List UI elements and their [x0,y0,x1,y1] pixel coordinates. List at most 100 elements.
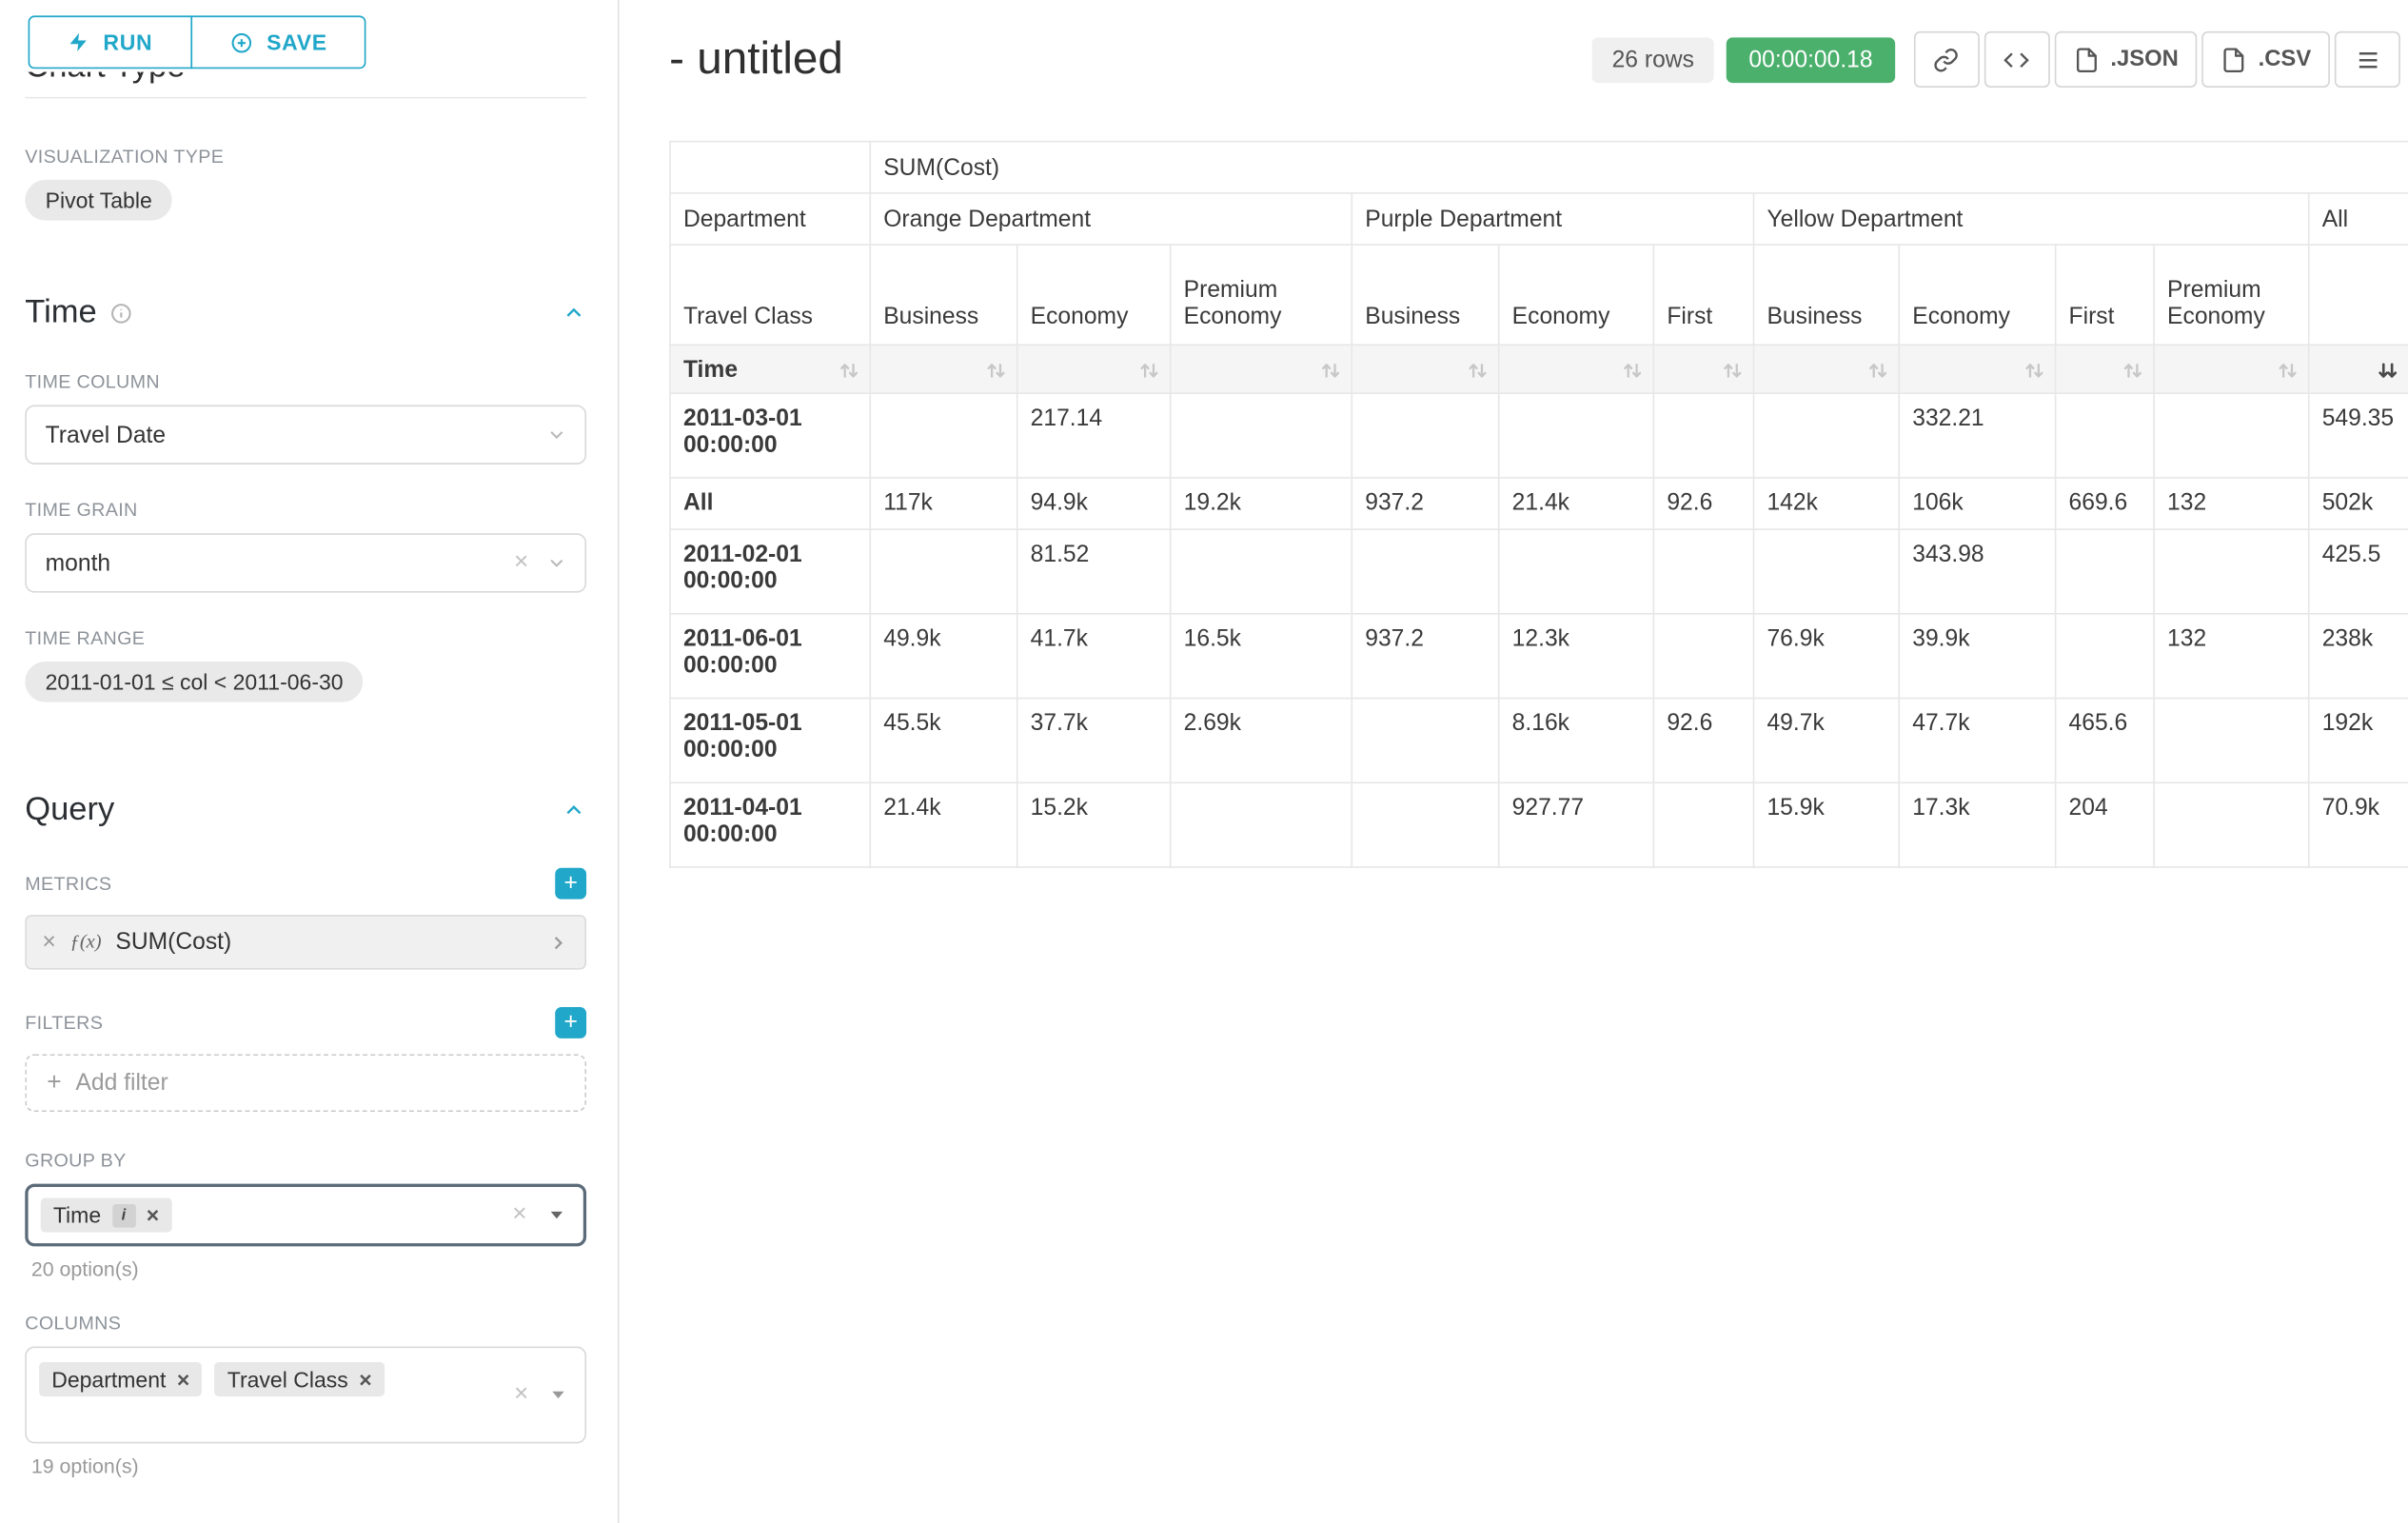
code-icon [2003,46,2030,72]
control-panel-body: VISUALIZATION TYPE Pivot Table Time TIME… [0,97,618,1523]
time-grain-select[interactable]: month × [25,533,586,592]
sort-icon[interactable] [2122,360,2143,382]
group-by-label: GROUP BY [25,1150,586,1172]
remove-tag-icon[interactable]: × [359,1367,371,1392]
pivot-value-cell: 92.6 [1653,478,1753,529]
chevron-down-icon[interactable] [545,424,567,445]
sort-icon[interactable] [1622,360,1644,382]
pivot-value-cell [1171,529,1352,614]
chevron-down-icon[interactable] [545,552,567,574]
pivot-value-cell: 132 [2154,614,2309,699]
sort-icon[interactable] [2277,360,2299,382]
time-grain-value: month [46,549,111,576]
pivot-sort-cell [1171,345,1352,393]
sort-desc-icon[interactable] [2377,360,2398,382]
remove-tag-icon[interactable]: × [177,1367,189,1392]
pivot-value-cell: 142k [1754,478,1900,529]
sort-icon[interactable] [2023,360,2045,382]
file-icon [2220,46,2247,72]
add-filter-dropzone[interactable]: + Add filter [25,1054,586,1112]
clear-icon[interactable]: × [514,1382,528,1407]
save-label: SAVE [266,30,327,54]
metric-sum-cost[interactable]: × ƒ(x) SUM(Cost) [25,915,586,970]
columns-tag-department[interactable]: Department × [39,1362,202,1396]
pivot-department-header: Purple Department [1352,193,1753,245]
pivot-value-cell: 549.35 [2309,393,2408,478]
pivot-row-label: 2011-04-01 00:00:00 [670,782,870,867]
pivot-value-cell: 106k [1899,478,2055,529]
pivot-sort-cell [1653,345,1753,393]
time-section-header[interactable]: Time [25,292,586,333]
metrics-label-row: METRICS + [25,868,586,900]
info-icon [109,301,133,325]
pivot-value-cell [2056,529,2155,614]
time-range-value[interactable]: 2011-01-01 ≤ col < 2011-06-30 [25,662,364,702]
group-by-select[interactable]: Time i × × [25,1184,586,1247]
pivot-department-row: DepartmentOrange DepartmentPurple Depart… [670,193,2408,245]
remove-tag-icon[interactable]: × [147,1202,159,1227]
group-by-tag-time[interactable]: Time i × [41,1197,172,1232]
caret-down-icon[interactable] [549,1386,568,1405]
pivot-sort-cell [1352,345,1498,393]
add-filter-button[interactable]: + [555,1007,586,1038]
sort-icon[interactable] [985,360,1007,382]
pivot-value-cell: 15.9k [1754,782,1900,867]
pivot-value-cell [2154,529,2309,614]
menu-button[interactable] [2335,31,2400,88]
pivot-value-cell: 37.7k [1017,699,1171,783]
add-metric-button[interactable]: + [555,868,586,900]
pivot-value-cell [1171,393,1352,478]
columns-field: COLUMNS Department × Travel Class × × 19… [25,1312,586,1477]
pivot-class-header: Business [870,245,1016,345]
pivot-value-cell [1653,529,1753,614]
pivot-value-cell: 12.3k [1499,614,1654,699]
pivot-value-cell [870,529,1016,614]
columns-tag-travel-class[interactable]: Travel Class × [215,1362,385,1396]
sort-icon[interactable] [1722,360,1744,382]
pivot-value-cell: 70.9k [2309,782,2408,867]
visualization-type-value[interactable]: Pivot Table [25,180,172,221]
pivot-value-cell [2154,699,2309,783]
chevron-right-icon[interactable] [547,931,569,953]
time-column-select[interactable]: Travel Date [25,405,586,465]
pivot-department-header: Orange Department [870,193,1352,245]
row-count-badge: 26 rows [1591,37,1714,83]
columns-label: COLUMNS [25,1312,586,1334]
copy-link-button[interactable] [1913,31,1979,88]
download-json-button[interactable]: .JSON [2054,31,2197,88]
collapse-chevron-icon[interactable] [562,798,586,822]
sort-icon[interactable] [1320,360,1342,382]
sort-icon[interactable] [1467,360,1489,382]
pivot-value-cell: 465.6 [2056,699,2155,783]
collapse-chevron-icon[interactable] [562,300,586,325]
caret-down-icon[interactable] [547,1206,566,1225]
pivot-value-cell: 502k [2309,478,2408,529]
chart-title[interactable]: - untitled [669,33,843,87]
query-section-header[interactable]: Query [25,790,586,831]
sort-icon[interactable] [1867,360,1889,382]
pivot-value-cell: 937.2 [1352,478,1498,529]
pivot-value-cell [1653,614,1753,699]
pivot-value-cell: 49.7k [1754,699,1900,783]
sort-icon[interactable] [1138,360,1160,382]
time-grain-label: TIME GRAIN [25,499,586,521]
json-label: .JSON [2110,47,2178,71]
pivot-value-cell: 92.6 [1653,699,1753,783]
clear-icon[interactable]: × [512,1202,526,1227]
remove-metric-icon[interactable]: × [42,929,55,956]
filters-label: FILTERS [25,1012,103,1034]
filters-label-row: FILTERS + [25,1007,586,1038]
plus-circle-icon [229,30,253,54]
clear-icon[interactable]: × [514,550,528,575]
time-range-label: TIME RANGE [25,627,586,649]
columns-select[interactable]: Department × Travel Class × × [25,1347,586,1444]
pivot-row-label: 2011-03-01 00:00:00 [670,393,870,478]
pivot-value-cell: 927.77 [1499,782,1654,867]
pivot-class-header: Premium Economy [1171,245,1352,345]
pivot-class-header: First [1653,245,1753,345]
download-csv-button[interactable]: .CSV [2201,31,2329,88]
embed-code-button[interactable] [1984,31,2049,88]
save-button[interactable]: SAVE [190,15,366,69]
run-button[interactable]: RUN [29,15,192,69]
sort-icon[interactable] [839,359,860,381]
